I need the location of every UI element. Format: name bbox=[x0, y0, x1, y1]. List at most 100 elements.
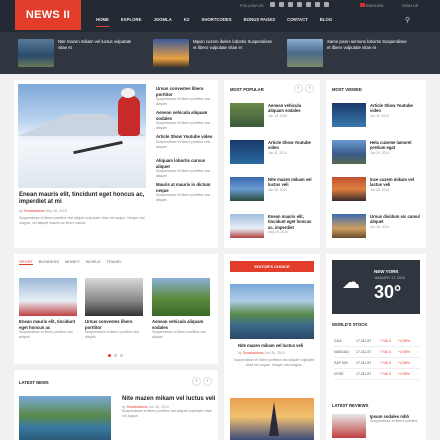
tab-business[interactable]: BUSINESS bbox=[39, 259, 59, 265]
tab-card-title: Urnus convestes libero porttitor bbox=[85, 319, 133, 330]
editors-choice-title[interactable]: Nite mazen mikam vel luctus veli bbox=[238, 343, 314, 348]
nav-bonus-pages[interactable]: BONUS PAGES bbox=[244, 17, 275, 27]
review-item[interactable]: Ipsum sodales nibh Suspendisse et libero … bbox=[332, 414, 422, 438]
list-item[interactable]: Aenean vehicula aliquam sodales Jun 14, 2… bbox=[230, 103, 318, 140]
list-item[interactable]: Aliquam lobortis cursus aliquet Suspendis… bbox=[156, 158, 214, 182]
latest-news-item[interactable]: Nite mazen mikam vel luctus veli by Smar… bbox=[122, 396, 216, 419]
editors-choice-excerpt: Suspendisse et libero porttitor nisi ali… bbox=[233, 358, 315, 367]
linkedin-icon[interactable] bbox=[306, 2, 311, 7]
latest-reviews-heading: LATEST REVIEWS bbox=[332, 403, 369, 408]
list-item-title: Aenean vehicula aliquam sodales bbox=[156, 110, 208, 121]
pinterest-icon[interactable] bbox=[315, 2, 320, 7]
tab-card-image bbox=[85, 278, 143, 316]
nav-joomla[interactable]: JOOMLA bbox=[153, 17, 171, 27]
list-item[interactable]: Aenean vehicula aliquam sodales Suspendis… bbox=[156, 110, 214, 134]
nav-explore[interactable]: EXPLORE bbox=[121, 17, 142, 27]
most-viewed-heading: MOST VIEWED bbox=[332, 87, 362, 92]
list-item-date: Jun 26, 2014 bbox=[370, 150, 390, 155]
tab-card[interactable]: Urnus convestes libero porttitor Suspend… bbox=[85, 278, 143, 340]
next-arrow-icon[interactable]: › bbox=[305, 84, 314, 93]
list-item[interactable]: Urnus dividum sic cumul aliquet Jun 26, 2… bbox=[332, 214, 424, 251]
nav-shortcodes[interactable]: SHORTCODES bbox=[201, 17, 231, 27]
facebook-icon[interactable] bbox=[279, 2, 284, 7]
nav-home[interactable]: HOME bbox=[96, 17, 109, 27]
table-row: S&P 500 17,311.87 +746.3 +4.55% bbox=[334, 358, 420, 369]
signup-link[interactable]: SIGN UP bbox=[402, 3, 418, 8]
latest-news-excerpt: Suspendisse et libero porttitor nisi ali… bbox=[122, 409, 212, 418]
flag-icon bbox=[360, 3, 365, 7]
tab-money[interactable]: MONEY bbox=[65, 259, 80, 265]
editors-choice-image[interactable] bbox=[230, 284, 314, 339]
tab-world[interactable]: WORLD bbox=[86, 259, 101, 265]
tab-sport[interactable]: SPORT bbox=[19, 259, 33, 265]
next-arrow-icon[interactable]: › bbox=[203, 377, 212, 386]
prev-arrow-icon[interactable]: ‹ bbox=[192, 377, 201, 386]
list-item[interactable]: Ince cuzem mikam vel lactus veli Jun 26, … bbox=[332, 177, 424, 214]
ticker-thumbnail bbox=[287, 39, 323, 67]
stock-table: DJIA 17,311.87 +746.3 +4.55% NASDAQ 17,311.8… bbox=[334, 336, 420, 380]
carousel-dot[interactable] bbox=[114, 354, 117, 357]
list-item-title: Article Show Youtube video bbox=[156, 134, 213, 139]
list-item[interactable]: Urnus convestes libero porttitor Suspendi… bbox=[156, 86, 214, 110]
tab-card-title: Enean mauris elit, tincidunt eget honcus… bbox=[19, 319, 76, 330]
list-item[interactable]: Article Show Youtube video Suspendisse et… bbox=[156, 134, 214, 158]
latest-news-title: Nite mazen mikam vel luctus veli bbox=[122, 396, 216, 402]
tab-travel[interactable]: TRAVEL bbox=[107, 259, 122, 265]
weather-city: NEW YORK bbox=[374, 269, 399, 274]
main-nav: HOME EXPLORE JOOMLA K2 SHORTCODES BONUS … bbox=[96, 17, 344, 27]
featured-byline: by Smartaddons May 28, 2015 bbox=[19, 209, 67, 213]
latest-news-image[interactable] bbox=[19, 396, 111, 440]
tab-card-title: Aenean vehicula aliquam sodales bbox=[152, 319, 204, 330]
tab-card-image bbox=[152, 278, 210, 316]
tab-card[interactable]: Aenean vehicula aliquam sodales Suspendi… bbox=[152, 278, 210, 340]
editors-choice-label: EDITOR'S CHOICE bbox=[230, 261, 314, 272]
ticker-item[interactable]: Mipon cuzem ibelen lobortis Suspendisse … bbox=[153, 39, 273, 67]
list-item-thumbnail bbox=[230, 214, 264, 238]
list-item[interactable]: Enean mauris elit, tincidunt eget honcus… bbox=[230, 214, 318, 251]
tab-card-image bbox=[19, 278, 77, 316]
ticker-item[interactable]: Nite mazen mikam vel luctus vulputate vi… bbox=[18, 39, 138, 67]
list-item-excerpt: Suspendisse et libero porttitor nisi ali… bbox=[156, 193, 210, 202]
search-icon[interactable]: ⚲ bbox=[405, 16, 415, 26]
ticker-thumbnail bbox=[153, 39, 189, 67]
category-tabs: SPORT BUSINESS MONEY WORLD TRAVEL bbox=[19, 259, 128, 265]
table-row: NASDAQ 17,311.87 +746.3 +4.55% bbox=[334, 347, 420, 358]
list-item[interactable]: Hela cuzeme lamorel pretium egat Jun 26, … bbox=[332, 140, 424, 177]
carousel-dot[interactable] bbox=[120, 354, 123, 357]
list-item-title: Hela cuzeme lamorel pretium egat bbox=[370, 140, 412, 151]
tab-card[interactable]: Enean mauris elit, tincidunt eget honcus… bbox=[19, 278, 77, 340]
list-item[interactable]: Mauris at mauris in dictum neque Suspendi… bbox=[156, 182, 214, 206]
nav-k2[interactable]: K2 bbox=[184, 17, 190, 27]
list-item-title: Aenean vehicula aliquam sodales bbox=[268, 103, 302, 114]
featured-title[interactable]: Enean mauris elit, tincidunt eget honcus… bbox=[19, 192, 147, 206]
ticker-item[interactable]: Xame picen semuns lobortis Suspendisse e… bbox=[287, 39, 407, 67]
list-item-excerpt: Suspendisse et libero porttitor nisi ali… bbox=[156, 121, 210, 130]
tab-card-excerpt: Suspendisse et libero porttitor nisi ali… bbox=[19, 330, 73, 339]
list-item-excerpt: Suspendisse et libero porttitor nisi ali… bbox=[156, 139, 210, 149]
carousel-dot[interactable] bbox=[108, 354, 111, 357]
editors-choice-image-2[interactable] bbox=[230, 398, 314, 440]
weather-widget: ☁ NEW YORK JANUARY 17, 2016 30° bbox=[332, 260, 420, 314]
nav-contact[interactable]: CONTACT bbox=[287, 17, 308, 27]
list-item-thumbnail bbox=[332, 103, 366, 127]
list-item[interactable]: Nite mazen mikam vel luctus veli Jun 26, … bbox=[230, 177, 318, 214]
twitter-icon[interactable] bbox=[270, 2, 275, 7]
list-item-title: Article Show Youtube video bbox=[268, 140, 311, 151]
list-item[interactable]: Article Show Youtube video Jun 11, 2014 bbox=[332, 103, 424, 140]
language-select[interactable]: ENGLISH bbox=[366, 3, 384, 8]
table-row: DJIA 17,311.87 +746.3 +4.55% bbox=[334, 336, 420, 347]
list-item-date: Jun 14, 2014 bbox=[268, 113, 288, 118]
list-item-excerpt: Suspendisse et libero porttitor nisi ali… bbox=[156, 97, 210, 106]
rss-icon[interactable] bbox=[288, 2, 293, 7]
list-item-title: Urnus dividum sic cumul aliquet bbox=[370, 214, 420, 225]
most-popular-arrows: ‹ › bbox=[294, 84, 314, 93]
latest-news-arrows: ‹ › bbox=[192, 377, 212, 386]
list-item[interactable]: Article Show Youtube video Jun 11, 2014 bbox=[230, 140, 318, 177]
featured-image[interactable] bbox=[18, 84, 146, 188]
nav-blog[interactable]: BLOG bbox=[320, 17, 332, 27]
youtube-icon[interactable] bbox=[324, 2, 329, 7]
list-item-title: Article Show Youtube video bbox=[370, 103, 413, 114]
google-plus-icon[interactable] bbox=[297, 2, 302, 7]
site-logo[interactable]: NEWS II bbox=[15, 0, 81, 30]
prev-arrow-icon[interactable]: ‹ bbox=[294, 84, 303, 93]
